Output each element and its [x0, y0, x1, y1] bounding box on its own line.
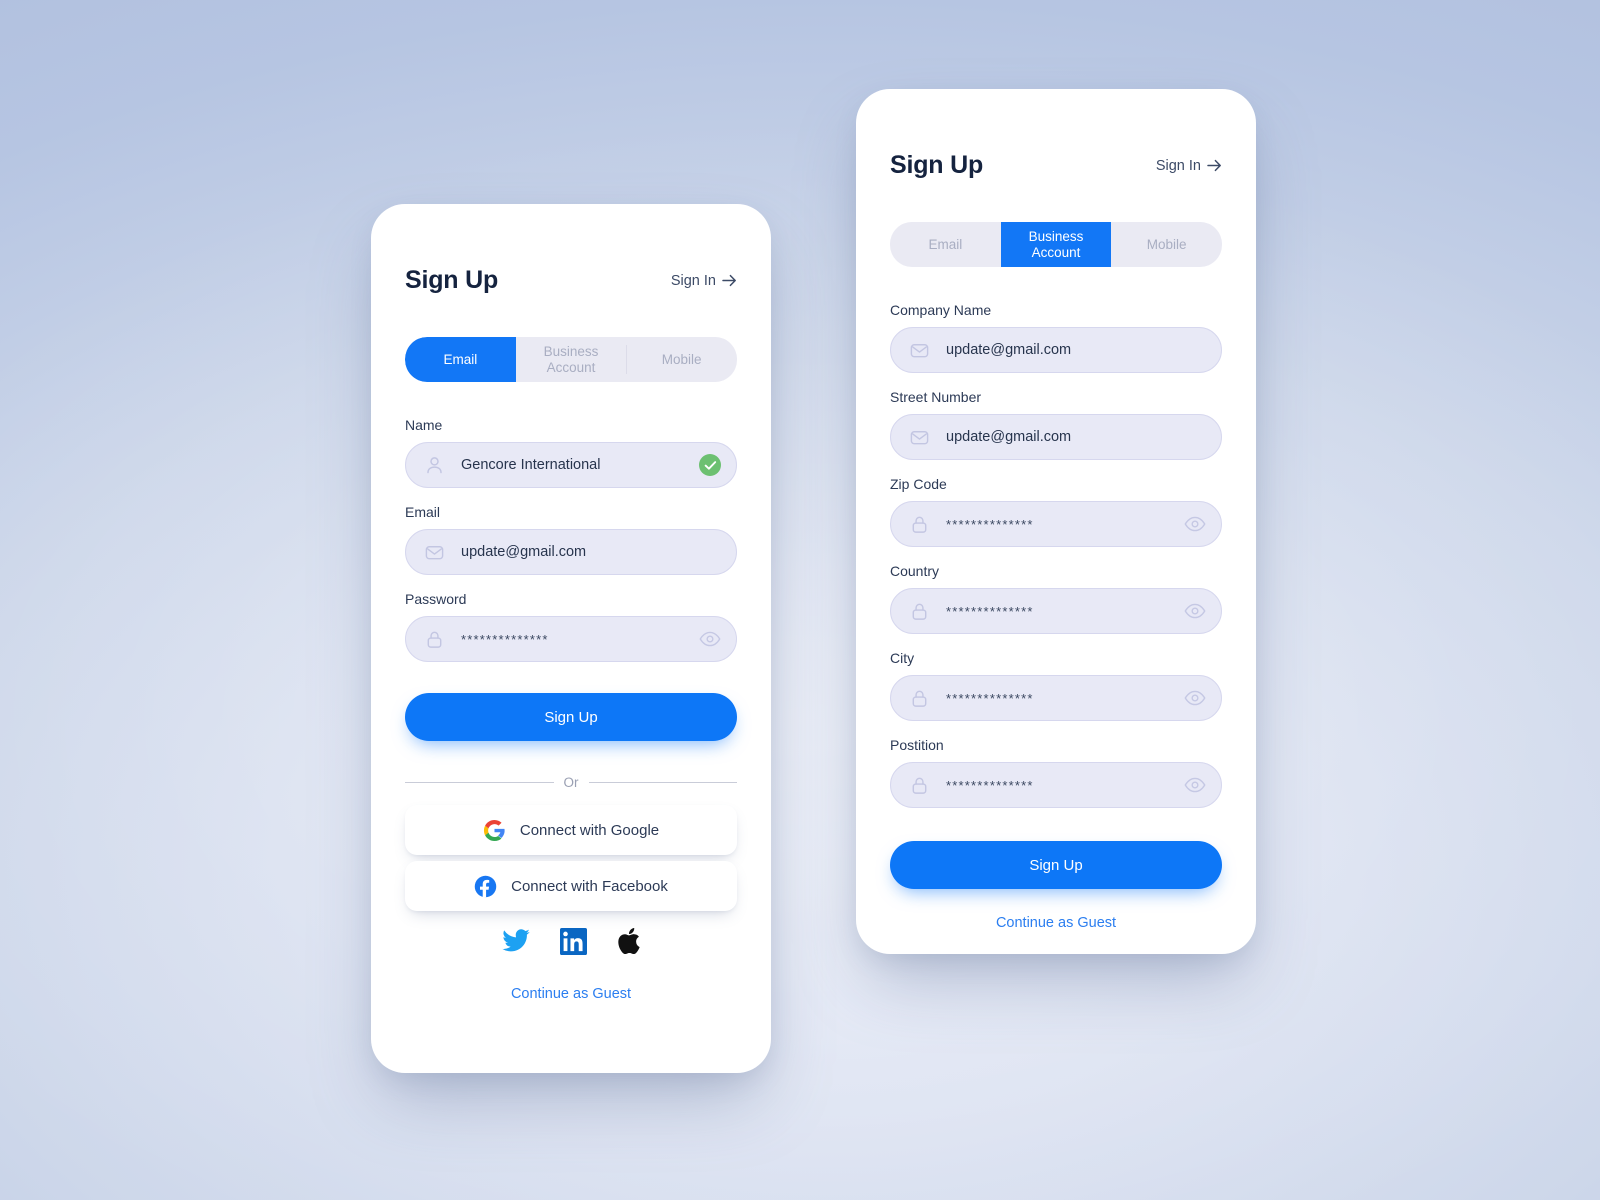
password-field-value: ************** [461, 631, 549, 647]
linkedin-icon[interactable] [559, 927, 587, 955]
city-field-value: ************** [946, 690, 1034, 706]
zip-code-field-value: ************** [946, 516, 1034, 532]
apple-icon[interactable] [617, 927, 641, 955]
page-background [0, 0, 1600, 1200]
eye-icon[interactable] [1184, 690, 1206, 706]
user-icon [427, 456, 442, 473]
signup-method-tabs: Email Business Account Mobile [405, 337, 737, 382]
signup-card-email: Sign Up Sign In Email Business Account M… [371, 204, 771, 1073]
arrow-right-icon [722, 274, 736, 287]
connect-facebook-button[interactable]: Connect with Facebook [405, 861, 737, 911]
continue-as-guest-link[interactable]: Continue as Guest [405, 986, 737, 1002]
tab-email[interactable]: Email [890, 222, 1001, 267]
card-header: Sign Up Sign In [405, 266, 737, 295]
country-field[interactable]: ************** [890, 588, 1222, 634]
tab-mobile[interactable]: Mobile [626, 337, 737, 382]
divider-line-left [405, 782, 554, 783]
eye-icon[interactable] [1184, 603, 1206, 619]
field-label-email: Email [405, 504, 441, 520]
connect-facebook-label: Connect with Facebook [511, 877, 668, 895]
connect-google-label: Connect with Google [519, 821, 660, 839]
name-field[interactable]: Gencore International [405, 442, 737, 488]
city-field[interactable]: ************** [890, 675, 1222, 721]
country-field-value: ************** [946, 603, 1034, 619]
sign-up-button[interactable]: Sign Up [405, 693, 737, 741]
divider-label: Or [563, 775, 579, 790]
tab-business-account[interactable]: Business Account [1000, 222, 1112, 267]
street-number-field-value: update@gmail.com [946, 429, 1072, 445]
password-field[interactable]: ************** [405, 616, 737, 662]
connect-google-button[interactable]: Connect with Google [405, 805, 737, 855]
tab-email[interactable]: Email [405, 337, 516, 382]
check-glyph [704, 460, 716, 470]
lock-icon [427, 631, 442, 648]
facebook-icon [474, 875, 497, 897]
field-label-name: Name [405, 417, 443, 433]
eye-icon[interactable] [699, 631, 721, 647]
tab-business-account[interactable]: Business Account [516, 337, 627, 382]
company-name-field-value: update@gmail.com [946, 342, 1072, 358]
twitter-icon[interactable] [501, 929, 530, 953]
field-label-company-name: Company Name [890, 302, 992, 318]
eye-icon[interactable] [1184, 516, 1206, 532]
lock-icon [912, 690, 927, 707]
card-header: Sign Up Sign In [890, 151, 1222, 180]
field-label-zip-code: Zip Code [890, 476, 947, 492]
field-label-country: Country [890, 563, 940, 579]
field-label-city: City [890, 650, 915, 666]
sign-up-button[interactable]: Sign Up [890, 841, 1222, 889]
mail-icon [910, 343, 929, 357]
position-field[interactable]: ************** [890, 762, 1222, 808]
page-title: Sign Up [405, 266, 499, 294]
mail-icon [910, 430, 929, 444]
field-label-street-number: Street Number [890, 389, 982, 405]
street-number-field[interactable]: update@gmail.com [890, 414, 1222, 460]
sign-in-label: Sign In [670, 272, 716, 289]
signup-card-business: Sign Up Sign In Email Business Account M… [856, 89, 1256, 954]
mail-icon [425, 545, 444, 559]
page-title: Sign Up [890, 151, 984, 179]
field-label-password: Password [405, 591, 467, 607]
google-icon [483, 819, 505, 841]
lock-icon [912, 603, 927, 620]
continue-as-guest-link[interactable]: Continue as Guest [890, 915, 1222, 931]
field-label-position: Postition [890, 737, 944, 753]
sign-in-link[interactable]: Sign In [1156, 158, 1222, 174]
email-field-value: update@gmail.com [461, 544, 587, 560]
name-field-value: Gencore International [461, 457, 601, 473]
email-field[interactable]: update@gmail.com [405, 529, 737, 575]
sign-in-link[interactable]: Sign In [671, 273, 737, 289]
company-name-field[interactable]: update@gmail.com [890, 327, 1222, 373]
sign-in-label: Sign In [1155, 157, 1201, 174]
zip-code-field[interactable]: ************** [890, 501, 1222, 547]
position-field-value: ************** [946, 777, 1034, 793]
divider-line-right [588, 782, 737, 783]
signup-method-tabs: Email Business Account Mobile [890, 222, 1222, 267]
social-icon-row [405, 927, 737, 955]
tab-mobile[interactable]: Mobile [1111, 222, 1222, 267]
lock-icon [912, 516, 927, 533]
eye-icon[interactable] [1184, 777, 1206, 793]
or-divider: Or [405, 775, 737, 790]
check-circle-icon [699, 454, 721, 476]
arrow-right-icon [1207, 159, 1221, 172]
lock-icon [912, 777, 927, 794]
